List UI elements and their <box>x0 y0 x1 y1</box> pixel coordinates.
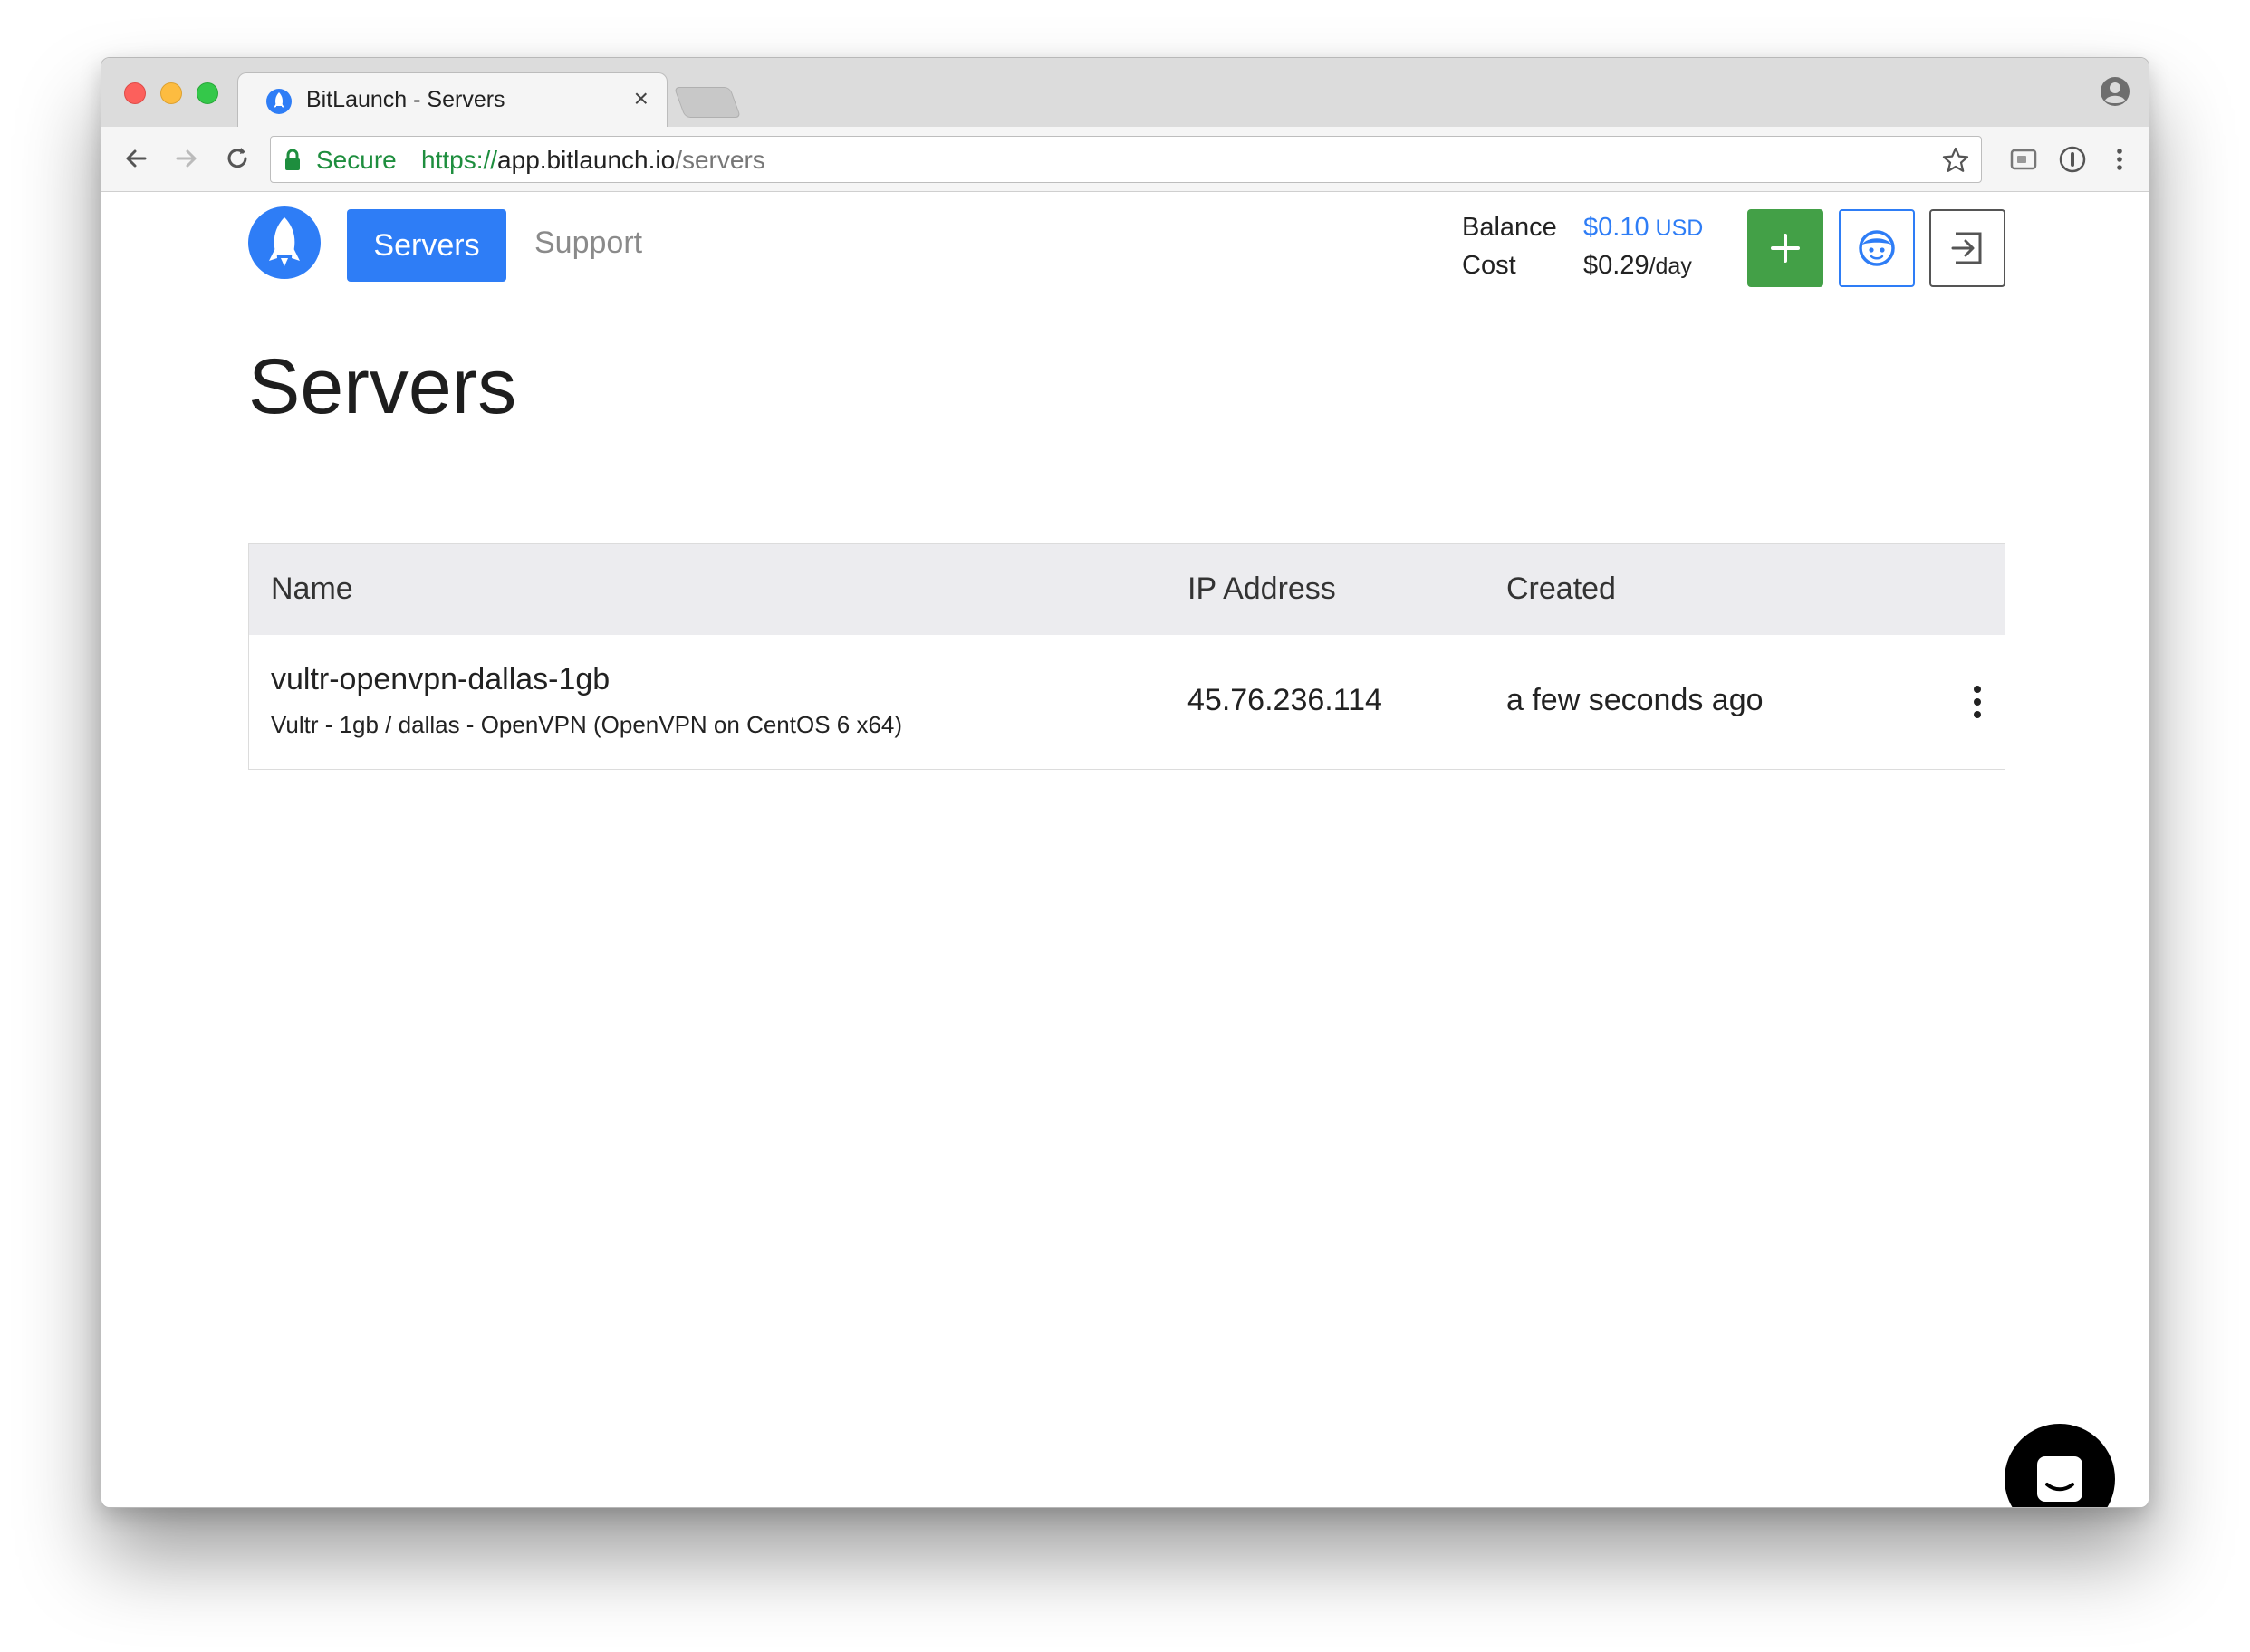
secure-label: Secure <box>316 146 397 174</box>
tab-title: BitLaunch - Servers <box>306 87 505 112</box>
cost-label: Cost <box>1462 251 1516 280</box>
address-bar[interactable]: Secure https://app.bitlaunch.io/servers <box>270 136 1982 183</box>
servers-table: Name IP Address Created vultr-openvpn-da… <box>248 543 2005 770</box>
forward-arrow-icon[interactable] <box>170 142 203 175</box>
table-row[interactable]: vultr-openvpn-dallas-1gb Vultr - 1gb / d… <box>249 635 2005 769</box>
page-title: Servers <box>248 343 517 430</box>
profile-icon[interactable] <box>2100 76 2130 107</box>
plus-icon <box>1771 234 1800 263</box>
cost-amount: $0.29 <box>1583 251 1649 280</box>
balance-value: $0.10 USD <box>1583 213 1703 243</box>
balance-label: Balance <box>1462 213 1557 242</box>
table-header: Name IP Address Created <box>249 544 2005 635</box>
rocket-favicon-icon <box>266 89 292 114</box>
bookmark-star-icon[interactable] <box>1941 146 1970 175</box>
cost-value: $0.29/day <box>1583 251 1692 281</box>
browser-toolbar: Secure https://app.bitlaunch.io/servers <box>101 127 2149 192</box>
url-path: /servers <box>675 146 765 174</box>
server-ip-address: 45.76.236.114 <box>1188 683 1382 717</box>
browser-tab[interactable]: BitLaunch - Servers × <box>237 72 668 129</box>
web-page: Servers Support Balance Cost $0.10 USD $… <box>101 193 2149 1507</box>
nav-support-link[interactable]: Support <box>534 226 642 261</box>
chat-launcher-button[interactable] <box>2005 1424 2115 1507</box>
url-scheme: https:// <box>421 146 498 174</box>
password-manager-icon[interactable] <box>2058 145 2087 174</box>
account-button[interactable] <box>1839 209 1915 287</box>
logout-button[interactable] <box>1929 209 2005 287</box>
server-created-time: a few seconds ago <box>1506 683 1764 717</box>
browser-window: BitLaunch - Servers × Secure https://app… <box>101 57 2149 1508</box>
reload-icon[interactable] <box>221 142 254 175</box>
extension-cast-icon[interactable] <box>2009 145 2038 174</box>
cost-unit: /day <box>1649 254 1692 279</box>
close-window-button[interactable] <box>124 82 146 104</box>
face-icon <box>1859 230 1895 266</box>
server-description: Vultr - 1gb / dallas - OpenVPN (OpenVPN … <box>271 711 903 738</box>
lock-icon <box>285 149 300 170</box>
zoom-window-button[interactable] <box>197 82 218 104</box>
server-name[interactable]: vultr-openvpn-dallas-1gb <box>271 662 610 697</box>
add-server-button[interactable] <box>1747 209 1823 287</box>
logout-icon <box>1951 232 1982 264</box>
column-header-name[interactable]: Name <box>271 571 353 607</box>
rocket-logo-icon[interactable] <box>248 206 321 279</box>
tab-strip: BitLaunch - Servers × <box>101 58 2149 129</box>
new-tab-button[interactable] <box>673 87 742 118</box>
url-host: app.bitlaunch.io <box>497 146 676 174</box>
nav-servers-button[interactable]: Servers <box>347 209 506 282</box>
minimize-window-button[interactable] <box>160 82 182 104</box>
balance-amount: $0.10 <box>1583 213 1649 242</box>
chat-icon <box>2037 1456 2082 1502</box>
url-text: https://app.bitlaunch.io/servers <box>421 146 765 175</box>
column-header-ip-address[interactable]: IP Address <box>1188 571 1336 607</box>
tab-close-icon[interactable]: × <box>634 84 649 113</box>
column-header-created[interactable]: Created <box>1506 571 1616 607</box>
more-vertical-icon[interactable] <box>1970 684 1985 720</box>
balance-unit: USD <box>1649 216 1704 241</box>
back-arrow-icon[interactable] <box>120 142 152 175</box>
browser-menu-icon[interactable] <box>2105 145 2134 174</box>
